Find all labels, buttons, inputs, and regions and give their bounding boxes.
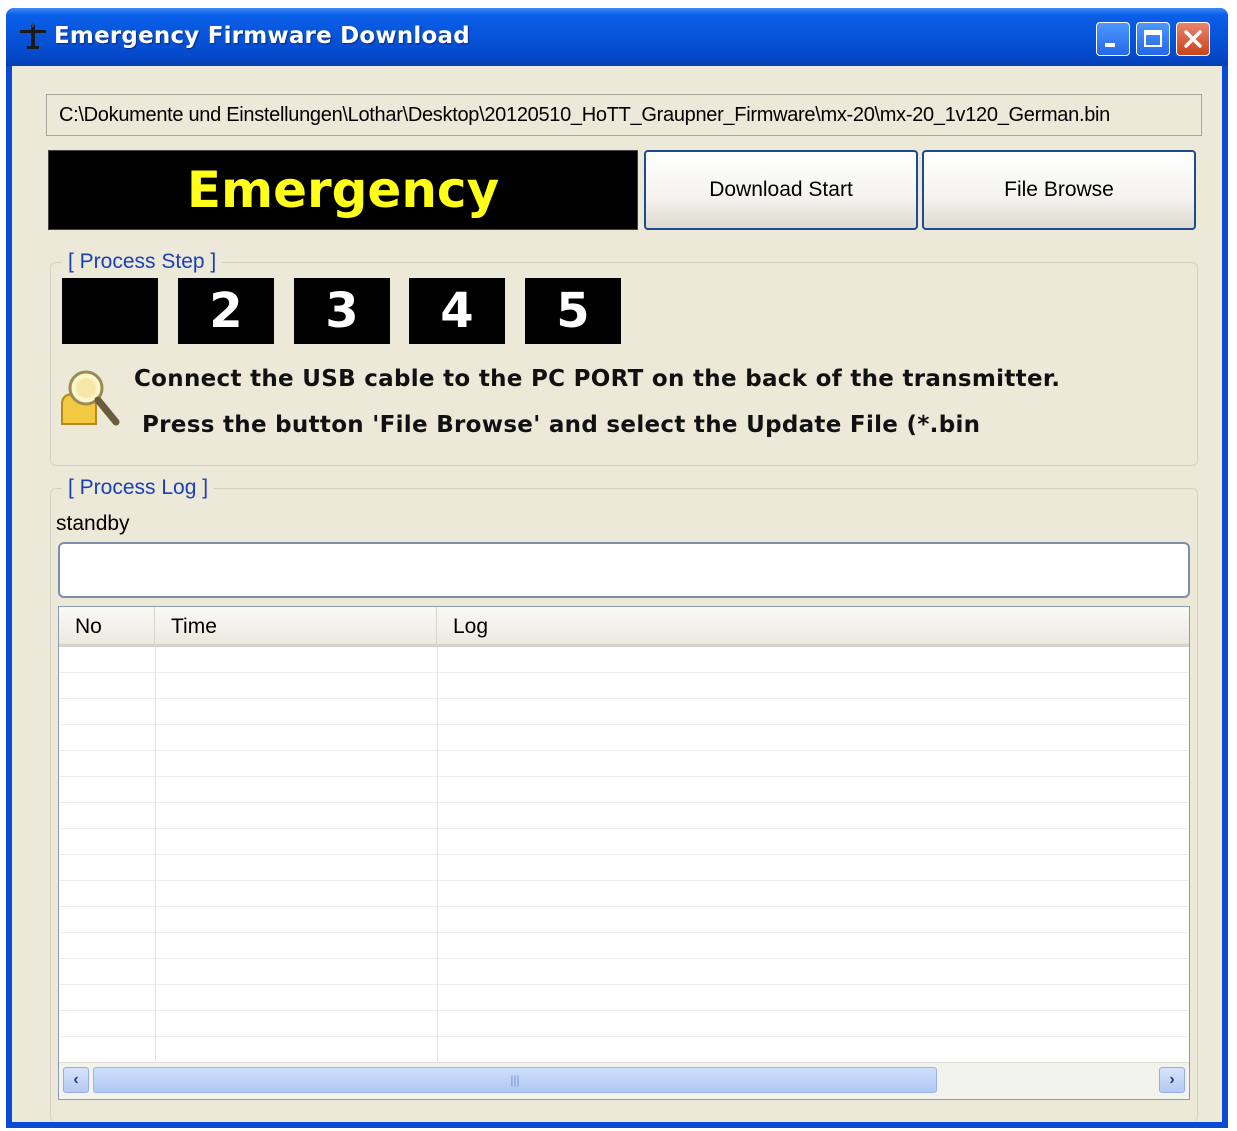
step-4: 4 — [409, 278, 505, 344]
instruction-line-1: Connect the USB cable to the PC PORT on … — [134, 366, 1061, 392]
column-divider — [155, 647, 156, 1061]
process-log-label: [ Process Log ] — [62, 476, 215, 500]
close-button[interactable] — [1176, 22, 1210, 56]
log-table[interactable]: No Time Log ‹ ||| › — [58, 606, 1190, 1100]
maximize-button[interactable] — [1136, 22, 1170, 56]
column-header-log[interactable]: Log — [437, 607, 1189, 644]
mode-banner: Emergency — [48, 150, 638, 230]
progress-bar — [58, 542, 1190, 598]
client-area: C:\Dokumente und Einstellungen\Lothar\De… — [12, 66, 1222, 1122]
step-2: 2 — [178, 278, 274, 344]
scroll-right-button[interactable]: › — [1159, 1067, 1185, 1093]
close-icon — [1184, 30, 1202, 48]
process-step-label: [ Process Step ] — [62, 250, 223, 274]
table-rows[interactable] — [59, 647, 1189, 1061]
minimize-button[interactable] — [1096, 22, 1130, 56]
column-header-no[interactable]: No — [59, 607, 155, 644]
app-window: Emergency Firmware Download C:\Dokumente… — [6, 8, 1228, 1128]
instruction-line-2: Press the button 'File Browse' and selec… — [142, 412, 981, 438]
airplane-icon — [20, 23, 46, 49]
search-user-icon — [61, 370, 120, 426]
step-3: 3 — [294, 278, 390, 344]
status-text: standby — [56, 512, 130, 535]
horizontal-scrollbar[interactable]: ‹ ||| › — [59, 1062, 1189, 1099]
scrollbar-thumb[interactable]: ||| — [93, 1067, 937, 1093]
chevron-right-icon: › — [1169, 1071, 1175, 1088]
column-header-time[interactable]: Time — [155, 607, 437, 644]
file-browse-button[interactable]: File Browse — [922, 150, 1196, 230]
maximize-icon — [1144, 30, 1162, 47]
chevron-left-icon: ‹ — [73, 1071, 79, 1088]
column-divider — [437, 647, 438, 1061]
grip-icon: ||| — [510, 1073, 520, 1087]
file-path-field[interactable]: C:\Dokumente und Einstellungen\Lothar\De… — [46, 94, 1202, 136]
table-header: No Time Log — [59, 607, 1189, 647]
step-1 — [62, 278, 158, 344]
title-bar[interactable]: Emergency Firmware Download — [6, 8, 1228, 66]
download-start-button[interactable]: Download Start — [644, 150, 918, 230]
minimize-icon — [1105, 43, 1115, 47]
window-title: Emergency Firmware Download — [54, 23, 470, 49]
step-5: 5 — [525, 278, 621, 344]
scroll-left-button[interactable]: ‹ — [63, 1067, 89, 1093]
